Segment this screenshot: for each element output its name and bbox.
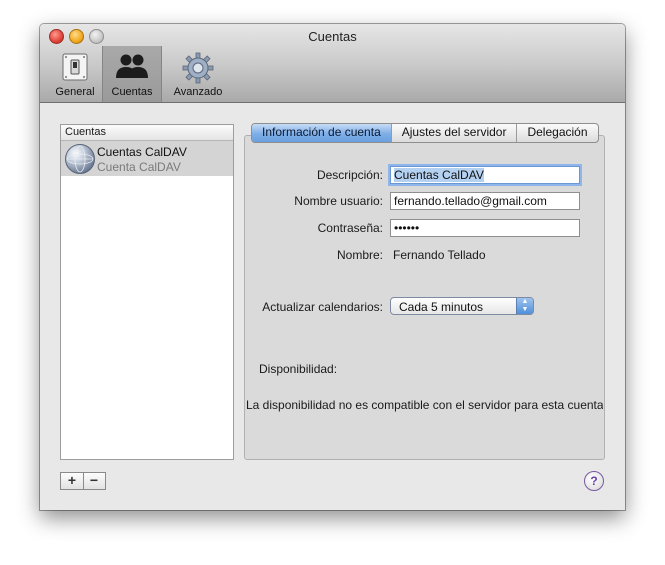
description-label: Descripción:: [316, 168, 383, 182]
account-name: Cuentas CalDAV: [97, 145, 187, 159]
username-field[interactable]: fernando.tellado@gmail.com: [390, 192, 580, 210]
tab-delegation[interactable]: Delegación: [516, 124, 597, 142]
title-bar: Cuentas General Cuentas Avanzado: [40, 24, 625, 103]
tab-server-settings[interactable]: Ajustes del servidor: [390, 124, 517, 142]
description-field[interactable]: Cuentas CalDAV: [390, 166, 580, 184]
availability-label: Disponibilidad:: [259, 362, 338, 376]
toolbar-accounts-label: Cuentas: [111, 86, 153, 98]
toolbar-advanced[interactable]: Avanzado: [168, 46, 228, 102]
tab-bar: Información de cuenta Ajustes del servid…: [251, 123, 599, 143]
accounts-list: Cuentas Cuentas CalDAV Cuenta CalDAV: [60, 124, 234, 460]
globe-icon: [65, 144, 95, 174]
add-account-button[interactable]: +: [61, 473, 84, 489]
refresh-select-value: Cada 5 minutos: [399, 300, 484, 314]
gear-icon: [182, 52, 214, 87]
toolbar-general-label: General: [55, 86, 95, 98]
content-area: Cuentas Cuentas CalDAV Cuenta CalDAV + −…: [40, 103, 625, 510]
add-remove-buttons: + −: [60, 472, 106, 490]
switch-icon: [60, 52, 90, 85]
toolbar-advanced-label: Avanzado: [173, 86, 223, 98]
accounts-list-header: Cuentas: [61, 125, 233, 141]
password-field[interactable]: ••••••: [390, 219, 580, 237]
window-title: Cuentas: [308, 29, 357, 44]
refresh-select[interactable]: Cada 5 minutos ▲ ▼: [390, 297, 534, 315]
tab-account-info[interactable]: Información de cuenta: [252, 124, 391, 142]
availability-message: La disponibilidad no es compatible con e…: [246, 398, 603, 412]
account-type: Cuenta CalDAV: [97, 160, 181, 174]
preferences-window: Cuentas General Cuentas Avanzado Cuentas…: [40, 24, 625, 510]
remove-account-button[interactable]: −: [83, 473, 105, 489]
refresh-label: Actualizar calendarios:: [262, 300, 383, 314]
description-value: Cuentas CalDAV: [394, 168, 484, 182]
name-value: Fernando Tellado: [393, 248, 486, 262]
username-label: Nombre usuario:: [294, 194, 383, 208]
list-item[interactable]: Cuentas CalDAV Cuenta CalDAV: [61, 141, 233, 176]
toolbar-accounts[interactable]: Cuentas: [102, 46, 162, 102]
password-label: Contraseña:: [317, 221, 383, 235]
help-button[interactable]: ?: [584, 471, 604, 491]
name-label: Nombre:: [336, 248, 383, 262]
toolbar-general[interactable]: General: [50, 46, 100, 102]
users-icon: [115, 52, 149, 83]
chevron-updown-icon: ▲ ▼: [516, 298, 533, 314]
